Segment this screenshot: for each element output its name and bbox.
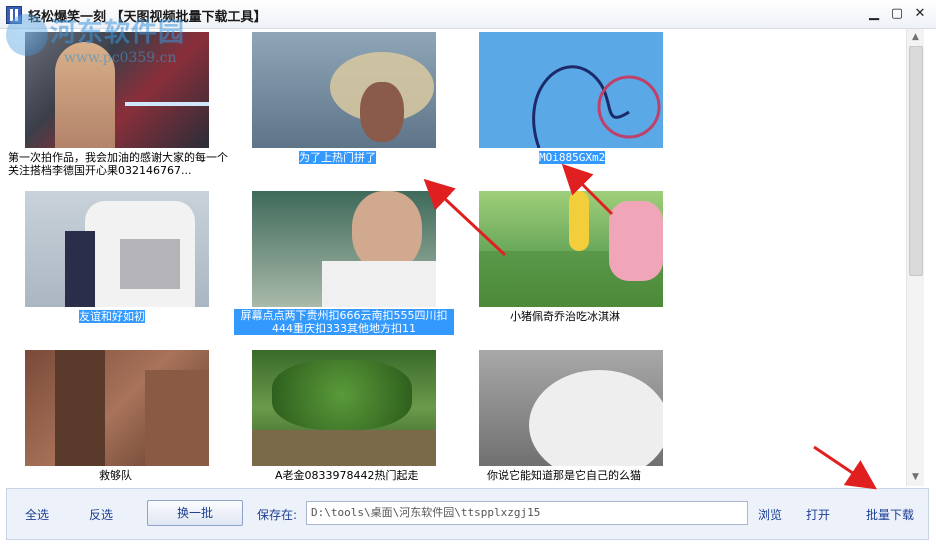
video-caption[interactable]: 第一次拍作品，我会加油的感谢大家的每一个关注搭档李德国开心果032146767.… — [8, 151, 232, 177]
video-thumbnail[interactable] — [479, 350, 663, 466]
browse-button[interactable]: 浏览 — [758, 506, 782, 523]
invert-selection-button[interactable]: 反选 — [89, 506, 113, 523]
vertical-scrollbar[interactable]: ▲ ▼ — [906, 29, 924, 486]
video-thumbnail[interactable] — [252, 32, 436, 148]
video-caption[interactable]: 救够队 — [99, 469, 132, 482]
video-caption[interactable]: A老金0833978442热门起走 — [275, 469, 419, 482]
video-caption[interactable]: 为了上热门拼了 — [299, 151, 376, 164]
video-thumbnail[interactable] — [25, 350, 209, 466]
window-title: 轻松爆笑一刻 【天图视频批量下载工具】 — [28, 10, 267, 25]
video-caption[interactable]: 屏幕点点两下贵州扣666云南扣555四川扣444重庆扣333其他地方扣11 — [234, 309, 454, 335]
select-all-button[interactable]: 全选 — [25, 506, 49, 523]
video-thumbnail[interactable] — [25, 191, 209, 307]
scrollbar-thumb[interactable] — [909, 46, 923, 276]
video-thumbnail[interactable] — [25, 32, 209, 148]
video-thumbnail[interactable] — [479, 32, 663, 148]
video-thumbnail[interactable] — [252, 191, 436, 307]
video-caption[interactable]: MOi885GXm2 — [539, 151, 606, 164]
batch-download-button[interactable]: 批量下载 — [866, 506, 914, 523]
video-caption[interactable]: 你说它能知道那是它自己的么猫 — [487, 469, 641, 482]
bottom-toolbar: 全选 反选 换一批 保存在: D:\tools\桌面\河东软件园\ttspplx… — [6, 488, 929, 540]
close-button[interactable]: ✕ — [912, 6, 928, 22]
minimize-button[interactable]: ▁ — [866, 6, 882, 22]
open-button[interactable]: 打开 — [806, 506, 830, 523]
save-path-field[interactable]: D:\tools\桌面\河东软件园\ttspplxzgj15 — [306, 501, 748, 525]
title-bar: 轻松爆笑一刻 【天图视频批量下载工具】 ▁ ▢ ✕ — [0, 0, 936, 29]
maximize-button[interactable]: ▢ — [889, 6, 905, 22]
video-caption[interactable]: 友谊和好如初 — [79, 310, 145, 323]
video-thumbnail[interactable] — [252, 350, 436, 466]
save-to-label: 保存在: — [257, 508, 298, 522]
video-thumbnail[interactable] — [479, 191, 663, 307]
app-icon — [6, 6, 22, 24]
video-grid: 第一次拍作品，我会加油的感谢大家的每一个关注搭档李德国开心果032146767.… — [0, 29, 906, 486]
scroll-down-icon[interactable]: ▼ — [907, 469, 924, 486]
next-batch-button[interactable]: 换一批 — [147, 500, 243, 526]
scroll-up-icon[interactable]: ▲ — [907, 29, 924, 46]
video-caption[interactable]: 小猪佩奇乔治吃冰淇淋 — [510, 310, 620, 323]
